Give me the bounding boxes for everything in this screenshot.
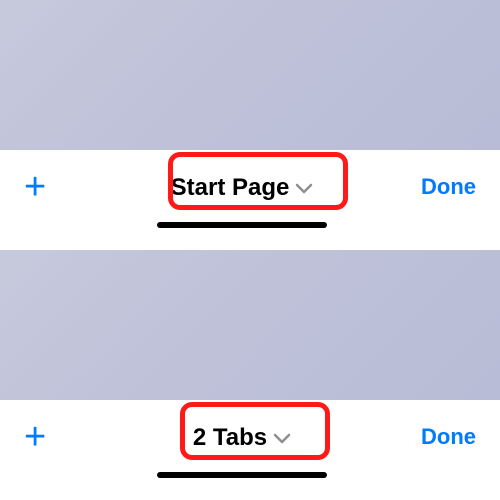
tab-overview-panel: + 2 Tabs Done (0, 250, 500, 500)
home-indicator (157, 222, 327, 228)
tab-group-selector[interactable]: 2 Tabs (179, 418, 305, 458)
tab-group-selector[interactable]: Start Page (157, 168, 328, 208)
plus-icon: + (24, 166, 46, 208)
done-button[interactable]: Done (416, 418, 476, 453)
tab-overview-panel: + Start Page Done (0, 0, 500, 250)
tab-overview-toolbar: + 2 Tabs Done (0, 400, 500, 500)
tab-overview-toolbar: + Start Page Done (0, 150, 500, 250)
tab-group-label: 2 Tabs (193, 424, 267, 452)
chevron-down-icon (295, 182, 313, 194)
tab-group-label: Start Page (171, 174, 290, 202)
toolbar-center: 2 Tabs (157, 418, 327, 478)
new-tab-button[interactable]: + (24, 418, 68, 456)
chevron-down-icon (273, 432, 291, 444)
new-tab-button[interactable]: + (24, 168, 68, 206)
done-label: Done (421, 424, 476, 449)
done-label: Done (421, 174, 476, 199)
home-indicator (157, 472, 327, 478)
blurred-content-area (0, 0, 500, 150)
done-button[interactable]: Done (416, 168, 476, 203)
toolbar-center: Start Page (157, 168, 328, 228)
plus-icon: + (24, 416, 46, 458)
blurred-content-area (0, 250, 500, 400)
